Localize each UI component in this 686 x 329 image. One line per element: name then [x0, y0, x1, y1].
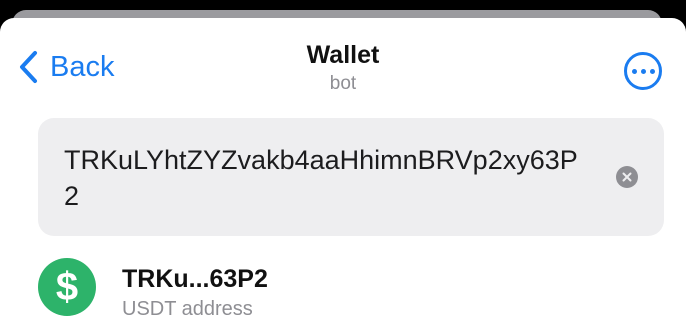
modal-sheet: Back Wallet bot TRKuLYhtZYZvakb4aaHhimnB… [0, 18, 686, 329]
title-block: Wallet bot [0, 40, 686, 96]
clear-x-icon [622, 172, 632, 182]
list-item-title: TRKu...63P2 [122, 265, 268, 293]
more-options-button[interactable] [624, 52, 662, 90]
navigation-bar: Back Wallet bot [0, 18, 686, 108]
ellipsis-dot [649, 68, 655, 74]
search-input[interactable]: TRKuLYhtZYZvakb4aaHhimnBRVp2xy63P2 [38, 118, 664, 236]
list-item[interactable]: $ TRKu...63P2 USDT address [38, 258, 658, 329]
ellipsis-dot [640, 68, 646, 74]
clear-search-button[interactable] [616, 166, 638, 188]
page-subtitle: bot [329, 73, 357, 94]
page-title: Wallet [306, 41, 380, 69]
dollar-icon: $ [38, 258, 96, 316]
ellipsis-circle-icon [631, 68, 637, 74]
list-item-subtitle: USDT address [122, 298, 253, 320]
search-input-value: TRKuLYhtZYZvakb4aaHhimnBRVp2xy63P2 [64, 145, 578, 211]
list-item-text: TRKu...63P2 USDT address [122, 264, 268, 322]
